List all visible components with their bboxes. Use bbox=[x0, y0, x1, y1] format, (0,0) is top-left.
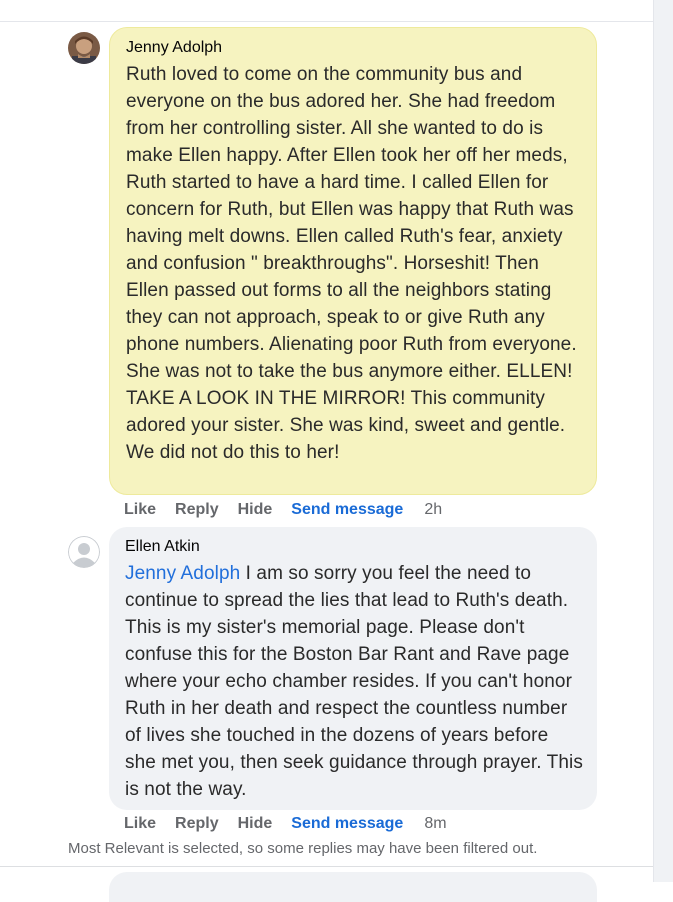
comment-actions: Like Reply Hide Send message 2h bbox=[124, 500, 442, 520]
comment-bubble: Jenny Adolph Ruth loved to come on the c… bbox=[109, 27, 597, 495]
reply-button[interactable]: Reply bbox=[175, 501, 219, 519]
comment-body: I am so sorry you feel the need to conti… bbox=[125, 563, 583, 800]
avatar[interactable] bbox=[68, 32, 100, 64]
mention-link[interactable]: Jenny Adolph bbox=[125, 563, 240, 584]
scrollbar[interactable] bbox=[653, 0, 673, 882]
send-message-button[interactable]: Send message bbox=[291, 815, 403, 833]
comment-text: Jenny Adolph I am so sorry you feel the … bbox=[125, 560, 583, 803]
hide-button[interactable]: Hide bbox=[238, 501, 273, 519]
default-avatar-icon bbox=[68, 536, 100, 568]
like-button[interactable]: Like bbox=[124, 815, 156, 833]
avatar[interactable] bbox=[68, 536, 100, 568]
section-divider bbox=[0, 866, 653, 867]
reply-button[interactable]: Reply bbox=[175, 815, 219, 833]
comment-author[interactable]: Ellen Atkin bbox=[125, 537, 583, 557]
filter-notice: Most Relevant is selected, so some repli… bbox=[68, 840, 538, 857]
user-photo-icon bbox=[68, 32, 100, 64]
next-comment-bubble bbox=[109, 872, 597, 902]
comment-bubble: Ellen Atkin Jenny Adolph I am so sorry y… bbox=[109, 527, 597, 810]
comment-author[interactable]: Jenny Adolph bbox=[126, 38, 582, 58]
comment-text: Ruth loved to come on the community bus … bbox=[126, 64, 577, 463]
like-button[interactable]: Like bbox=[124, 501, 156, 519]
hide-button[interactable]: Hide bbox=[238, 815, 273, 833]
send-message-button[interactable]: Send message bbox=[291, 501, 403, 519]
comment-actions: Like Reply Hide Send message 8m bbox=[124, 814, 447, 834]
top-divider bbox=[0, 21, 653, 22]
comment-timestamp[interactable]: 2h bbox=[424, 501, 442, 519]
comment-timestamp[interactable]: 8m bbox=[424, 815, 446, 833]
